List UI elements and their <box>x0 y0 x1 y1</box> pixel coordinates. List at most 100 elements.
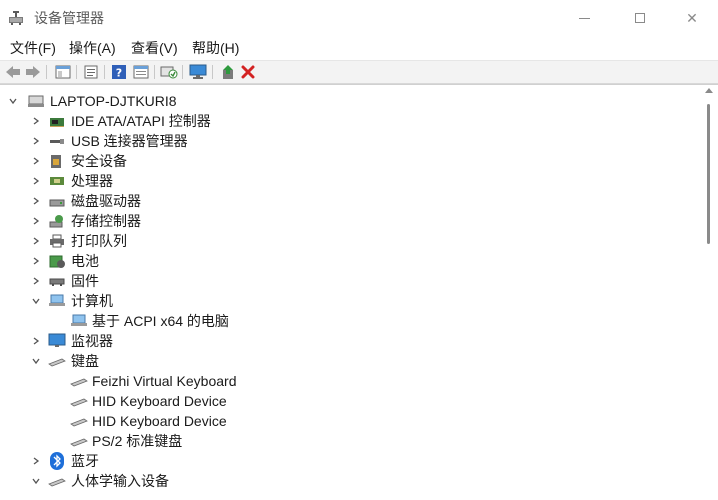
device-manager-app-icon <box>8 9 26 27</box>
chevron-right-icon[interactable] <box>29 274 43 288</box>
show-hide-console-tree-button[interactable] <box>54 63 72 81</box>
uninstall-device-button[interactable] <box>239 63 257 81</box>
ide-controller-icon <box>48 113 66 129</box>
close-button[interactable]: ✕ <box>664 0 718 36</box>
scroll-thumb[interactable] <box>707 104 710 244</box>
maximize-button[interactable] <box>612 0 668 36</box>
tree-child-keyboard[interactable]: Feizhi Virtual Keyboard <box>0 371 700 391</box>
tree-child-computer[interactable]: 基于 ACPI x64 的电脑 <box>0 311 700 331</box>
toolbar-separator <box>104 65 105 79</box>
chevron-right-icon[interactable] <box>29 134 43 148</box>
update-driver-button[interactable] <box>219 63 237 81</box>
toolbar-separator <box>182 65 183 79</box>
disk-drive-icon <box>48 193 66 209</box>
help-button[interactable]: ? <box>110 63 128 81</box>
tree-node-firmware[interactable]: 固件 <box>0 271 700 291</box>
keyboard-icon <box>48 353 66 369</box>
chevron-down-icon[interactable] <box>29 474 43 488</box>
minimize-button[interactable] <box>556 0 612 36</box>
window-title: 设备管理器 <box>34 10 104 26</box>
chevron-right-icon[interactable] <box>29 254 43 268</box>
node-label: IDE ATA/ATAPI 控制器 <box>71 113 211 129</box>
svg-text:?: ? <box>116 67 122 80</box>
chevron-right-icon[interactable] <box>29 334 43 348</box>
scroll-up-arrow-icon[interactable] <box>705 88 713 93</box>
tree-node-usb[interactable]: USB 连接器管理器 <box>0 131 700 151</box>
node-label: 基于 ACPI x64 的电脑 <box>92 313 229 329</box>
toolbar-separator <box>46 65 47 79</box>
node-label: 人体学输入设备 <box>71 473 169 489</box>
tree-node-processor[interactable]: 处理器 <box>0 171 700 191</box>
properties-icon <box>84 65 98 79</box>
menu-help[interactable]: 帮助(H) <box>192 38 239 58</box>
back-arrow-icon <box>6 66 20 78</box>
view-button[interactable] <box>132 63 150 81</box>
chevron-right-icon[interactable] <box>29 214 43 228</box>
chevron-right-icon[interactable] <box>29 154 43 168</box>
node-label: USB 连接器管理器 <box>71 133 188 149</box>
forward-button[interactable] <box>24 63 42 81</box>
processor-icon <box>48 173 66 189</box>
node-label: 计算机 <box>71 293 113 309</box>
keyboard-icon <box>70 373 88 389</box>
node-label: 蓝牙 <box>71 453 99 469</box>
properties-button[interactable] <box>82 63 100 81</box>
toolbar-separator <box>154 65 155 79</box>
vertical-scrollbar[interactable] <box>704 86 714 500</box>
storage-controller-icon <box>48 213 66 229</box>
tree-node-hid[interactable]: 人体学输入设备 <box>0 471 700 491</box>
chevron-right-icon[interactable] <box>29 194 43 208</box>
toolbar-separator <box>212 65 213 79</box>
tree-child-keyboard[interactable]: PS/2 标准键盘 <box>0 431 700 451</box>
tree-node-storage-controllers[interactable]: 存储控制器 <box>0 211 700 231</box>
monitor-button[interactable] <box>189 63 207 81</box>
tree-node-keyboards[interactable]: 键盘 <box>0 351 700 371</box>
menu-file[interactable]: 文件(F) <box>10 38 56 58</box>
printer-icon <box>48 233 66 249</box>
menu-view[interactable]: 查看(V) <box>131 38 178 58</box>
tree-node-security[interactable]: 安全设备 <box>0 151 700 171</box>
tree-node-computer[interactable]: 计算机 <box>0 291 700 311</box>
hid-icon <box>48 473 66 489</box>
forward-arrow-icon <box>26 66 40 78</box>
title-bar[interactable]: 设备管理器 ✕ <box>0 0 718 36</box>
tree-node-disk-drives[interactable]: 磁盘驱动器 <box>0 191 700 211</box>
usb-connector-icon <box>48 133 66 149</box>
tree-root[interactable]: LAPTOP-DJTKURI8 <box>0 91 700 111</box>
chevron-right-icon[interactable] <box>29 174 43 188</box>
minimize-icon <box>578 17 590 19</box>
toolbar-separator <box>76 65 77 79</box>
node-label: 打印队列 <box>71 233 127 249</box>
node-label: Feizhi Virtual Keyboard <box>92 373 237 389</box>
monitor-icon <box>189 64 207 79</box>
tree-node-bluetooth[interactable]: 蓝牙 <box>0 451 700 471</box>
node-label: 处理器 <box>71 173 113 189</box>
chevron-down-icon[interactable] <box>6 94 20 108</box>
tree-child-keyboard[interactable]: HID Keyboard Device <box>0 391 700 411</box>
menu-action[interactable]: 操作(A) <box>69 38 116 58</box>
tree-child-keyboard[interactable]: HID Keyboard Device <box>0 411 700 431</box>
back-button[interactable] <box>4 63 22 81</box>
toolbar: ? <box>0 60 718 84</box>
chevron-down-icon[interactable] <box>29 294 43 308</box>
node-label: 键盘 <box>71 353 99 369</box>
scan-hardware-changes-icon <box>160 66 178 79</box>
view-icon <box>133 65 149 79</box>
monitor-icon <box>48 333 66 349</box>
chevron-down-icon[interactable] <box>29 354 43 368</box>
update-driver-icon <box>223 65 233 79</box>
tree-node-ide[interactable]: IDE ATA/ATAPI 控制器 <box>0 111 700 131</box>
battery-icon <box>48 253 66 269</box>
chevron-right-icon[interactable] <box>29 234 43 248</box>
tree-node-battery[interactable]: 电池 <box>0 251 700 271</box>
maximize-icon <box>635 13 645 23</box>
chevron-right-icon[interactable] <box>29 454 43 468</box>
tree-node-print-queues[interactable]: 打印队列 <box>0 231 700 251</box>
node-label: 磁盘驱动器 <box>71 193 141 209</box>
tree-node-monitors[interactable]: 监视器 <box>0 331 700 351</box>
node-label: 电池 <box>71 253 99 269</box>
node-label: HID Keyboard Device <box>92 393 227 409</box>
scan-hardware-changes-button[interactable] <box>160 63 178 81</box>
node-label: 安全设备 <box>71 153 127 169</box>
chevron-right-icon[interactable] <box>29 114 43 128</box>
